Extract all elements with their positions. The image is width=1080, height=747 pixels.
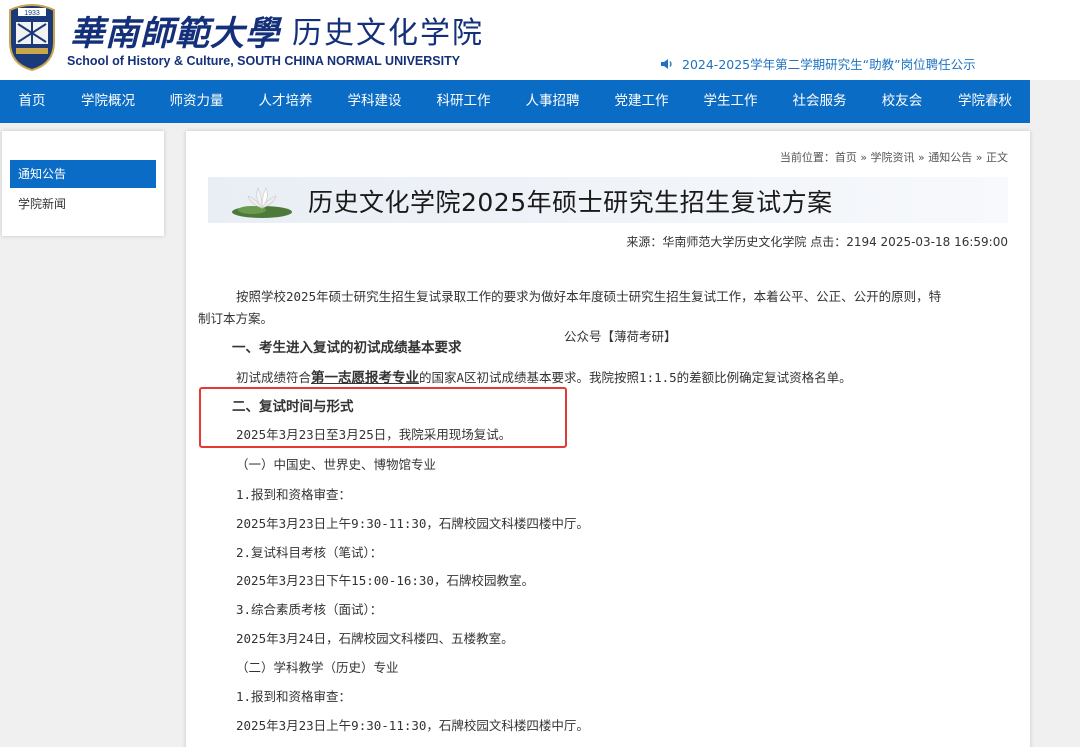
nav-recruitment[interactable]: 人事招聘 <box>508 80 597 123</box>
content-line: 2.复试科目考核（笔试）： <box>236 545 383 560</box>
lotus-icon <box>232 187 292 218</box>
content-line: 3.综合素质考核（面试）： <box>236 602 383 617</box>
svg-text:1933: 1933 <box>24 10 40 17</box>
content-line: 1.报到和资格审查： <box>236 689 352 704</box>
nav-talent[interactable]: 人才培养 <box>241 80 330 123</box>
site-header: 1933 華南師範大學 历史文化学院 School of History & C… <box>0 0 1080 80</box>
content-line: 2025年3月24日，石牌校园文科楼四、五楼教室。 <box>236 631 514 646</box>
university-name: 華南師範大學 历史文化学院 <box>70 6 484 54</box>
nav-discipline[interactable]: 学科建设 <box>330 80 419 123</box>
sidebar-item-notices[interactable]: 通知公告 <box>10 160 156 188</box>
nav-research[interactable]: 科研工作 <box>419 80 508 123</box>
content-line: 1.报到和资格审查： <box>236 487 352 502</box>
section1-pre: 初试成绩符合 <box>236 370 312 385</box>
title-banner: 历史文化学院2025年硕士研究生招生复试方案 <box>208 177 1008 223</box>
intro-line-1: 按照学校2025年硕士研究生招生复试录取工作的要求为做好本年度硕士研究生招生复试… <box>236 289 942 304</box>
sidebar: 通知公告 学院新闻 <box>2 131 164 236</box>
nav-home[interactable]: 首页 <box>0 80 64 123</box>
announcement-marquee[interactable]: 2024-2025学年第二学期研究生“助教”岗位聘任公示 <box>660 54 976 73</box>
section1-text: 初试成绩符合第一志愿报考专业的国家A区初试成绩基本要求。我院按照1:1.5的差额… <box>236 366 852 386</box>
department-name: 历史文化学院 <box>292 16 484 51</box>
section1-heading: 一、考生进入复试的初试成绩基本要求 <box>232 340 462 356</box>
content-line: 2025年3月23日下午15:00-16:30，石牌校园教室。 <box>236 573 534 588</box>
article-meta: 来源：华南师范大学历史文化学院 点击：2194 2025-03-18 16:59… <box>626 235 1008 249</box>
speaker-icon <box>661 58 672 69</box>
nav-history[interactable]: 学院春秋 <box>940 80 1030 123</box>
content-line: 2025年3月23日上午9:30-11:30，石牌校园文科楼四楼中厅。 <box>236 718 589 733</box>
watermark-text: 公众号【薄荷考研】 <box>564 329 677 344</box>
university-logo[interactable]: 1933 <box>2 2 62 72</box>
nav-service[interactable]: 社会服务 <box>775 80 864 123</box>
article-title: 历史文化学院2025年硕士研究生招生复试方案 <box>308 188 833 217</box>
nav-party[interactable]: 党建工作 <box>597 80 686 123</box>
content-line: 2025年3月23日上午9:30-11:30，石牌校园文科楼四楼中厅。 <box>236 516 589 531</box>
sidebar-item-news[interactable]: 学院新闻 <box>18 195 66 212</box>
section1-post: 的国家A区初试成绩基本要求。我院按照1:1.5的差额比例确定复试资格名单。 <box>419 370 852 385</box>
main-nav: 首页 学院概况 师资力量 人才培养 学科建设 科研工作 人事招聘 党建工作 学生… <box>0 80 1030 123</box>
content-line: （一）中国史、世界史、博物馆专业 <box>236 457 437 472</box>
intro-line-2: 制订本方案。 <box>198 311 274 326</box>
nav-alumni[interactable]: 校友会 <box>864 80 940 123</box>
nav-students[interactable]: 学生工作 <box>686 80 775 123</box>
breadcrumb[interactable]: 当前位置：首页 » 学院资讯 » 通知公告 » 正文 <box>780 149 1008 165</box>
first-choice-link[interactable]: 第一志愿报考专业 <box>311 370 419 386</box>
announcement-text[interactable]: 2024-2025学年第二学期研究生“助教”岗位聘任公示 <box>682 54 976 73</box>
nav-overview[interactable]: 学院概况 <box>64 80 152 123</box>
english-name: School of History & Culture, SOUTH CHINA… <box>67 54 461 68</box>
highlight-box <box>199 387 567 448</box>
university-name-calligraphy: 華南師範大學 <box>70 13 280 54</box>
content-line: （二）学科教学（历史）专业 <box>236 660 399 675</box>
nav-faculty[interactable]: 师资力量 <box>152 80 241 123</box>
